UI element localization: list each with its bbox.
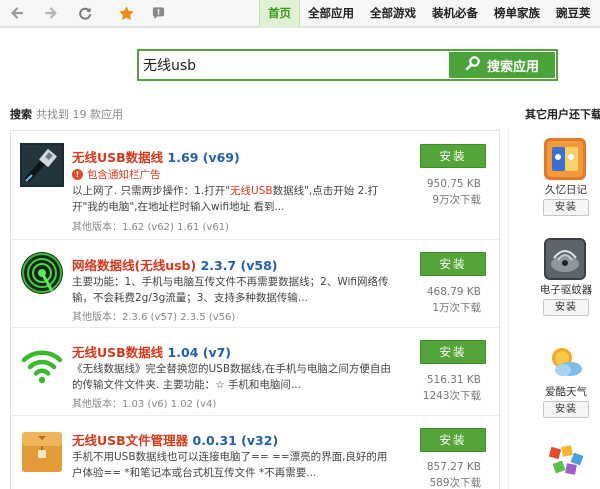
app-name[interactable]: 无线USB数据线	[72, 345, 163, 360]
install-button[interactable]: 安装	[420, 340, 486, 364]
app-title[interactable]: 无线USB数据线 1.69 (v69)	[72, 147, 240, 166]
warning-icon: !	[72, 169, 83, 180]
install-button[interactable]: 安装	[420, 144, 486, 168]
search-button-label: 搜索应用	[486, 59, 539, 75]
app-version[interactable]: 1.04 (v7)	[168, 345, 231, 360]
app-name[interactable]: 无线USB数据线	[72, 150, 163, 165]
sidebar-app	[536, 442, 596, 489]
sidebar-app-name[interactable]: 久忆日记	[536, 182, 596, 197]
results-header: 搜索 共找到 19 款应用	[10, 106, 123, 122]
tab-all-apps[interactable]: 全部应用	[300, 0, 362, 27]
download-count: 589次下载	[429, 477, 481, 489]
weather-app-icon[interactable]	[544, 340, 586, 382]
toolbar-divider	[0, 27, 600, 28]
results-list: 无线USB数据线 1.69 (v69) ! 包含通知栏广告 以上网了. 只需两步…	[10, 130, 500, 489]
app-name[interactable]: 网络数据线(无线usb)	[72, 258, 196, 273]
tab-home[interactable]: 首页	[259, 0, 300, 27]
sidebar-title: 其它用户还下载了	[525, 108, 600, 121]
search-icon	[465, 55, 481, 75]
app-version[interactable]: 2.3.7 (v58)	[201, 258, 278, 273]
other-versions[interactable]: 其他版本：1.62 (v62) 1.61 (v61)	[72, 218, 229, 233]
network-cable-app-icon[interactable]	[20, 251, 64, 295]
app-description: 主要功能：1、手机与电脑互传文件不再需要数据线；2、Wifi网络传输，不会耗费2…	[72, 276, 389, 304]
back-icon[interactable]	[6, 3, 28, 23]
sidebar-app-name[interactable]: 爱酷天气	[536, 384, 596, 399]
sidebar-app: 久忆日记 安装	[536, 138, 596, 222]
app-description: 手机不用USB数据线也可以连接电脑了== ==漂亮的界面,良好的用户体验== *…	[72, 451, 388, 479]
search-apps-button[interactable]: 搜索应用	[449, 52, 555, 78]
list-item: 网络数据线(无线usb) 2.3.7 (v58) 主要功能：1、手机与电脑互传文…	[11, 239, 499, 327]
feedback-icon[interactable]	[147, 3, 169, 23]
sidebar-install-button[interactable]: 安装	[543, 401, 589, 418]
usb-cable-app-icon[interactable]	[20, 143, 64, 187]
app-size: 857.27 KB	[426, 461, 481, 473]
browser-toolbar: 首页 全部应用 全部游戏 装机必备 榜单家族 豌豆荚	[0, 0, 600, 27]
tab-essentials[interactable]: 装机必备	[424, 0, 486, 27]
refresh-icon[interactable]	[74, 3, 96, 23]
install-button[interactable]: 安装	[420, 252, 486, 276]
ad-warning-text: 包含通知栏广告	[87, 169, 161, 181]
results-label: 搜索	[10, 108, 32, 121]
file-manager-app-icon[interactable]	[20, 430, 64, 474]
forward-icon[interactable]	[40, 3, 62, 23]
app-size: 468.79 KB	[426, 286, 481, 298]
desc-highlight: 无线USB	[230, 185, 273, 197]
list-item: 无线USB数据线 1.04 (v7) 《无线数据线》完全替换您的USB数据线,在…	[11, 327, 499, 415]
sidebar-app-name[interactable]: 电子驱蚊器	[536, 282, 596, 297]
app-title[interactable]: 无线USB数据线 1.04 (v7)	[72, 342, 231, 361]
app-title[interactable]: 无线USB文件管理器 0.0.31 (v32)	[72, 430, 278, 449]
app-description: 以上网了. 只需两步操作：1.打开"无线USB数据线",点击开始 2.打开"我的…	[72, 183, 394, 215]
list-item: 无线USB文件管理器 0.0.31 (v32) 手机不用USB数据线也可以连接电…	[11, 415, 499, 489]
sidebar-app: 电子驱蚊器 安装	[536, 238, 596, 322]
install-button[interactable]: 安装	[420, 428, 486, 452]
app-version[interactable]: 1.69 (v69)	[168, 150, 240, 165]
app-version[interactable]: 0.0.31 (v32)	[193, 433, 279, 448]
app-size: 950.75 KB	[426, 178, 481, 190]
sidebar-install-button[interactable]: 安装	[543, 199, 589, 216]
bookmark-star-icon[interactable]	[115, 3, 137, 23]
download-count: 1万次下载	[432, 302, 481, 314]
sidebar-install-button[interactable]: 安装	[543, 299, 589, 316]
sidebar-divider	[508, 128, 509, 489]
wifi-app-icon[interactable]	[20, 342, 64, 386]
nav-tabs: 首页 全部应用 全部游戏 装机必备 榜单家族 豌豆荚	[259, 0, 599, 27]
tab-rankings[interactable]: 榜单家族	[486, 0, 548, 27]
list-item: 无线USB数据线 1.69 (v69) ! 包含通知栏广告 以上网了. 只需两步…	[11, 131, 499, 233]
download-count: 9万次下载	[432, 194, 481, 206]
download-count: 1243次下载	[422, 390, 481, 402]
sidebar-app: 爱酷天气 安装	[536, 340, 596, 424]
tab-wandoujia[interactable]: 豌豆荚	[548, 0, 599, 27]
desc-text: 以上网了. 只需两步操作：1.打开"	[72, 185, 231, 197]
app-size: 516.31 KB	[426, 374, 481, 386]
tab-all-games[interactable]: 全部游戏	[362, 0, 424, 27]
other-versions[interactable]: 其他版本：2.3.6 (v57) 2.3.5 (v56)	[72, 308, 235, 323]
app-title[interactable]: 网络数据线(无线usb) 2.3.7 (v58)	[72, 255, 278, 274]
app-name[interactable]: 无线USB文件管理器	[72, 433, 188, 448]
search-box: 搜索应用	[137, 49, 558, 81]
mosquito-repeller-app-icon[interactable]	[544, 238, 586, 280]
game-app-icon[interactable]	[544, 442, 586, 484]
search-input[interactable]	[143, 54, 443, 76]
other-versions[interactable]: 其他版本：1.03 (v6) 1.02 (v4)	[72, 395, 216, 410]
ad-warning: ! 包含通知栏广告	[72, 167, 161, 182]
app-description: 《无线数据线》完全替换您的USB数据线,在手机与电脑之间方便自由的传输文件文件夹…	[72, 363, 391, 391]
diary-app-icon[interactable]	[544, 138, 586, 180]
results-count: 共找到 19 款应用	[36, 108, 123, 121]
